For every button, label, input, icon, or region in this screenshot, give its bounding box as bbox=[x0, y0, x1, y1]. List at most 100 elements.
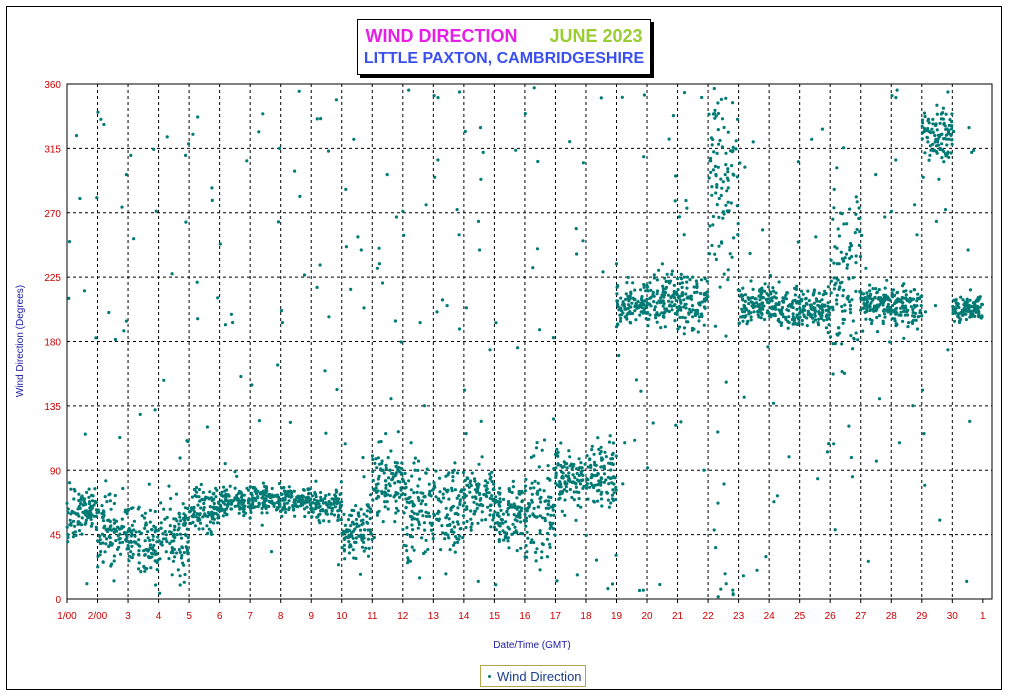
data-point bbox=[126, 508, 131, 512]
data-point bbox=[639, 288, 643, 292]
data-point bbox=[250, 492, 254, 496]
data-point bbox=[272, 504, 276, 508]
data-point bbox=[724, 380, 728, 384]
data-point bbox=[160, 540, 164, 544]
data-point bbox=[181, 561, 185, 565]
data-point bbox=[175, 533, 179, 537]
data-point bbox=[229, 507, 234, 511]
legend-marker bbox=[488, 675, 491, 678]
data-point bbox=[743, 165, 747, 169]
data-point bbox=[943, 208, 948, 212]
data-point bbox=[319, 497, 323, 501]
data-point bbox=[357, 524, 361, 528]
data-point bbox=[368, 493, 373, 497]
data-point bbox=[513, 525, 517, 529]
data-point bbox=[107, 310, 111, 315]
data-point bbox=[899, 298, 903, 302]
data-point bbox=[65, 525, 69, 529]
data-point bbox=[112, 579, 116, 583]
data-point bbox=[257, 502, 261, 506]
data-point bbox=[832, 206, 836, 210]
data-point bbox=[431, 532, 435, 536]
data-point bbox=[854, 195, 858, 199]
data-point bbox=[115, 547, 120, 552]
data-point bbox=[516, 505, 520, 509]
data-point bbox=[612, 482, 616, 486]
data-point bbox=[390, 471, 394, 476]
data-point bbox=[689, 297, 694, 301]
data-point bbox=[93, 487, 97, 491]
data-point bbox=[645, 302, 650, 307]
data-point bbox=[800, 318, 804, 323]
data-point bbox=[72, 497, 76, 501]
data-point bbox=[598, 482, 602, 486]
data-point bbox=[920, 388, 925, 392]
data-point bbox=[942, 149, 946, 153]
data-point bbox=[416, 484, 420, 488]
data-point bbox=[207, 497, 211, 501]
data-point bbox=[757, 308, 762, 312]
data-point bbox=[332, 513, 337, 517]
data-point bbox=[716, 101, 720, 105]
data-point bbox=[868, 308, 872, 313]
data-point bbox=[523, 512, 527, 517]
data-point bbox=[417, 522, 421, 527]
data-point bbox=[883, 215, 887, 219]
data-point bbox=[488, 348, 492, 352]
data-point bbox=[964, 307, 968, 311]
data-point bbox=[464, 525, 468, 530]
data-point bbox=[183, 516, 187, 520]
data-point bbox=[784, 315, 788, 320]
data-point bbox=[143, 511, 147, 515]
data-point bbox=[955, 303, 959, 307]
data-point bbox=[112, 501, 116, 506]
data-point bbox=[623, 441, 627, 445]
data-point bbox=[827, 323, 831, 327]
x-tick-label: 4 bbox=[156, 611, 162, 622]
data-point bbox=[66, 510, 70, 515]
data-point bbox=[568, 487, 573, 492]
data-point bbox=[405, 532, 409, 537]
data-point bbox=[919, 304, 923, 308]
data-point bbox=[972, 148, 976, 152]
data-point bbox=[365, 514, 369, 518]
data-point bbox=[370, 454, 374, 458]
data-point bbox=[883, 315, 887, 319]
data-point bbox=[359, 248, 363, 252]
data-point bbox=[911, 318, 916, 322]
data-point bbox=[712, 528, 716, 532]
data-point bbox=[630, 301, 634, 305]
data-point bbox=[667, 137, 671, 141]
data-point bbox=[301, 488, 306, 492]
data-point bbox=[400, 461, 404, 465]
data-point bbox=[242, 500, 246, 504]
data-point bbox=[296, 495, 300, 499]
data-point bbox=[668, 303, 672, 307]
data-point bbox=[575, 252, 579, 256]
x-tick-label: 10 bbox=[336, 611, 348, 622]
x-tick-label: 2/00 bbox=[88, 611, 108, 622]
data-point bbox=[590, 448, 594, 452]
data-point bbox=[746, 319, 750, 324]
data-point bbox=[577, 490, 581, 494]
data-point bbox=[282, 489, 286, 493]
data-point bbox=[412, 511, 416, 515]
data-point bbox=[384, 483, 388, 487]
data-point bbox=[118, 541, 122, 545]
data-point bbox=[107, 518, 111, 522]
data-point bbox=[617, 353, 621, 358]
data-point bbox=[724, 151, 728, 155]
data-point bbox=[261, 112, 265, 116]
data-point bbox=[633, 309, 637, 313]
data-point bbox=[968, 288, 973, 292]
data-point bbox=[490, 494, 494, 498]
data-point bbox=[791, 299, 795, 303]
data-point bbox=[161, 532, 165, 536]
data-point bbox=[594, 558, 599, 562]
data-point bbox=[965, 297, 969, 301]
data-point bbox=[493, 510, 497, 514]
data-point bbox=[707, 252, 712, 256]
data-point bbox=[535, 547, 539, 551]
data-point bbox=[447, 471, 451, 475]
data-point bbox=[377, 262, 381, 266]
